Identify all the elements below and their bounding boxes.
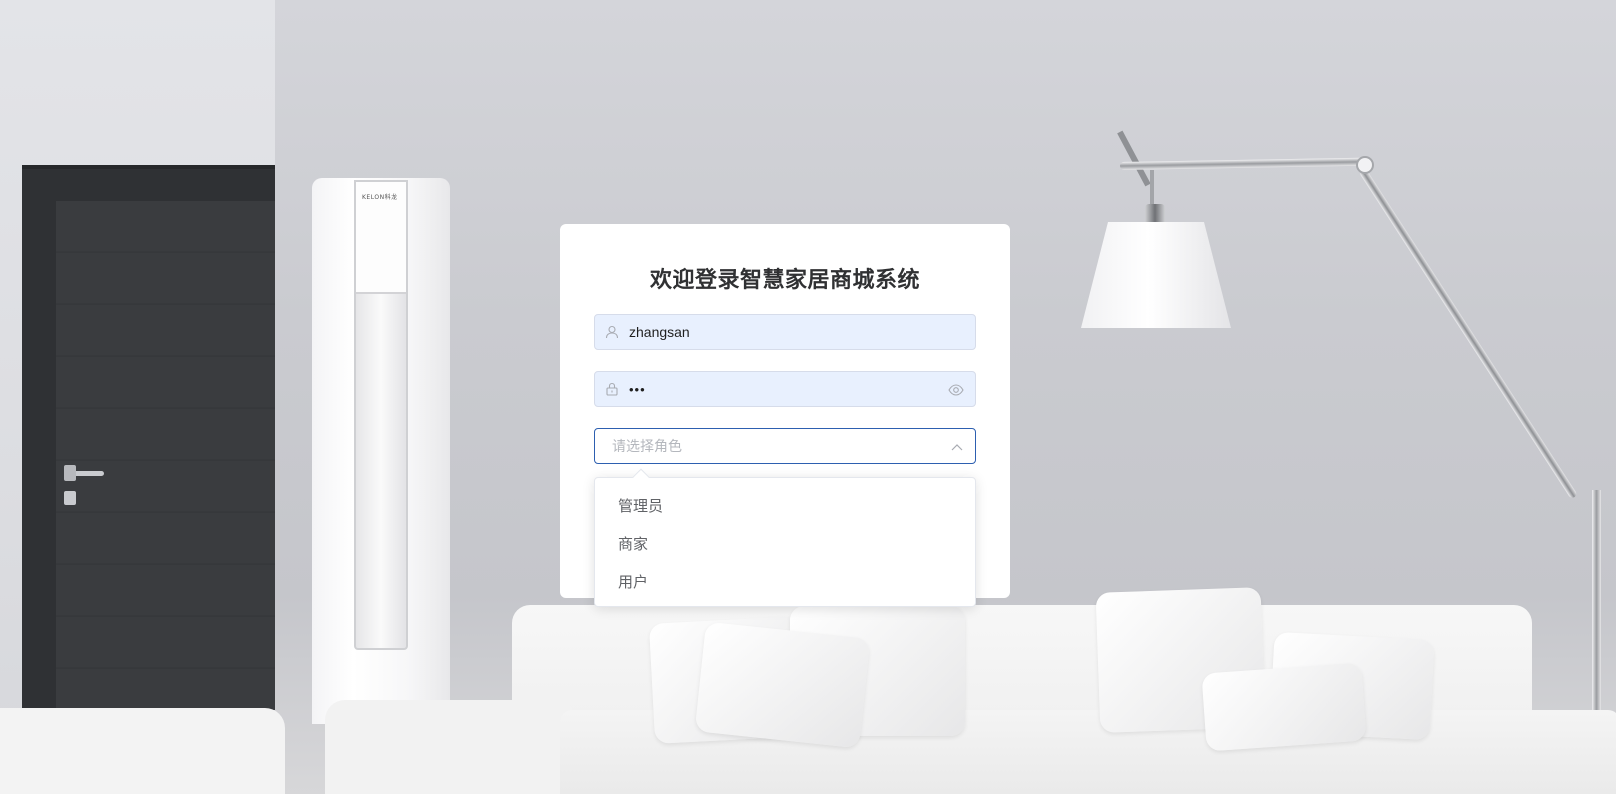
role-options: 管理员 商家 用户: [595, 478, 975, 602]
door: [22, 165, 275, 710]
login-title: 欢迎登录智慧家居商城系统: [649, 267, 920, 292]
armchair: [0, 708, 285, 794]
ac-display: KELON科龙: [356, 182, 406, 294]
door-lock: [64, 491, 76, 505]
lamp-cap: [1145, 204, 1165, 224]
role-select-placeholder: 请选择角色: [612, 438, 682, 454]
door-panel: [56, 201, 275, 710]
role-option-admin[interactable]: 管理员: [595, 488, 975, 526]
lamp-arm-lower: [1358, 167, 1578, 500]
lamp-stem: [1117, 130, 1151, 187]
role-option-user[interactable]: 用户: [595, 564, 975, 602]
lock-icon: [595, 382, 629, 396]
sofa-arm: [325, 700, 575, 794]
role-option-merchant[interactable]: 商家: [595, 526, 975, 564]
role-dropdown: 管理员 商家 用户: [594, 468, 976, 607]
username-value[interactable]: zhangsan: [629, 324, 690, 340]
ac-front-panel: KELON科龙: [354, 180, 408, 650]
pillow: [1201, 662, 1367, 752]
lamp-arm: [1119, 157, 1366, 170]
air-conditioner: KELON科龙: [312, 178, 450, 724]
ac-brand-logo: KELON科龙: [362, 194, 398, 201]
lamp-joint: [1356, 156, 1374, 174]
password-field[interactable]: •••: [594, 371, 976, 407]
lamp-shade: [1081, 222, 1231, 328]
username-field[interactable]: zhangsan: [594, 314, 976, 350]
lamp-hook: [1150, 170, 1154, 206]
user-icon: [595, 325, 629, 339]
chevron-up-icon[interactable]: [951, 441, 963, 453]
eye-icon[interactable]: [947, 381, 965, 399]
role-select[interactable]: 请选择角色: [594, 428, 976, 464]
password-value[interactable]: •••: [629, 382, 646, 397]
door-handle: [64, 465, 104, 481]
pillow: [694, 621, 871, 749]
